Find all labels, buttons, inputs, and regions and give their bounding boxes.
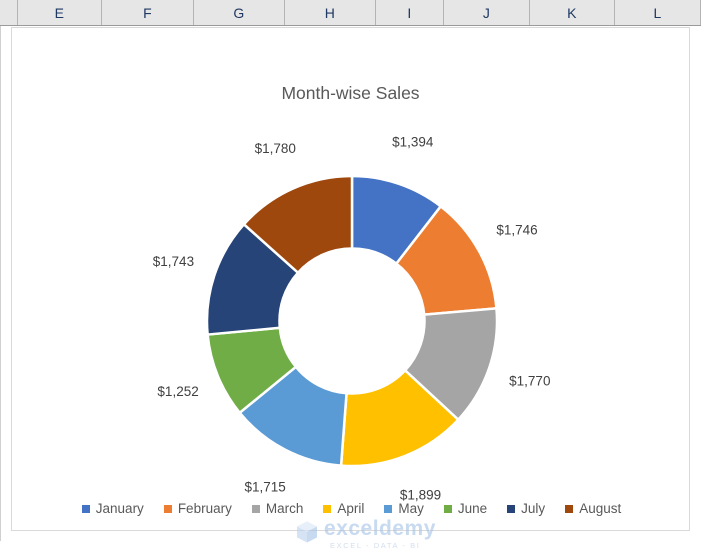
legend-label: January (95, 501, 144, 516)
legend-swatch-icon (323, 504, 332, 513)
column-header-F[interactable]: F (102, 0, 194, 25)
legend-swatch-icon (251, 504, 260, 513)
doughnut-series[interactable]: $1,394$1,746$1,770$1,899$1,715$1,252$1,7… (12, 28, 691, 532)
legend-label: July (521, 501, 546, 516)
legend-label: May (398, 501, 424, 516)
legend-swatch-icon (443, 504, 452, 513)
legend-item-june[interactable]: June (443, 501, 488, 516)
legend-item-may[interactable]: May (384, 501, 424, 516)
legend-label: August (579, 501, 622, 516)
data-label-august: $1,780 (255, 141, 296, 156)
legend-item-january[interactable]: January (81, 501, 144, 516)
legend-label: February (177, 501, 232, 516)
doughnut-chart-object[interactable]: Month-wise Sales $1,394 $1,746 $1,770 $1,89… (11, 27, 691, 550)
column-header-I[interactable]: I (376, 0, 444, 25)
legend-item-february[interactable]: February (163, 501, 232, 516)
legend-label: March (265, 501, 304, 516)
legend-swatch-icon (81, 504, 90, 513)
legend-swatch-icon (384, 504, 393, 513)
chart-legend[interactable]: January February March April May June July Augu… (12, 501, 691, 516)
data-label-january: $1,394 (392, 135, 434, 150)
sheet-left-edge (0, 26, 1, 541)
legend-item-march[interactable]: March (251, 501, 304, 516)
data-label-march: $1,770 (509, 374, 550, 389)
legend-item-july[interactable]: July (507, 501, 545, 516)
data-label-may: $1,715 (244, 479, 285, 494)
column-header-L[interactable]: L (615, 0, 701, 25)
column-header-E[interactable]: E (18, 0, 102, 25)
data-label-february: $1,746 (496, 222, 537, 237)
column-header-gutter (0, 0, 18, 25)
legend-item-april[interactable]: April (323, 501, 364, 516)
column-header-G[interactable]: G (194, 0, 285, 25)
data-label-july: $1,743 (153, 254, 194, 269)
chart-plot-area[interactable]: $1,394 $1,746 $1,770 $1,899 $1,715 $1,252 $1,7… (12, 28, 691, 532)
watermark-tagline: EXCEL - DATA - BI (330, 541, 421, 550)
column-header-H[interactable]: H (285, 0, 376, 25)
legend-label: April (337, 501, 365, 516)
legend-swatch-icon (163, 504, 172, 513)
data-label-june: $1,252 (157, 384, 198, 399)
legend-swatch-icon (507, 504, 516, 513)
legend-label: June (457, 501, 488, 516)
column-header-J[interactable]: J (444, 0, 530, 25)
column-header-K[interactable]: K (530, 0, 615, 25)
legend-swatch-icon (565, 504, 574, 513)
legend-item-august[interactable]: August (565, 501, 621, 516)
spreadsheet-column-headers: E F G H I J K L (0, 0, 701, 26)
